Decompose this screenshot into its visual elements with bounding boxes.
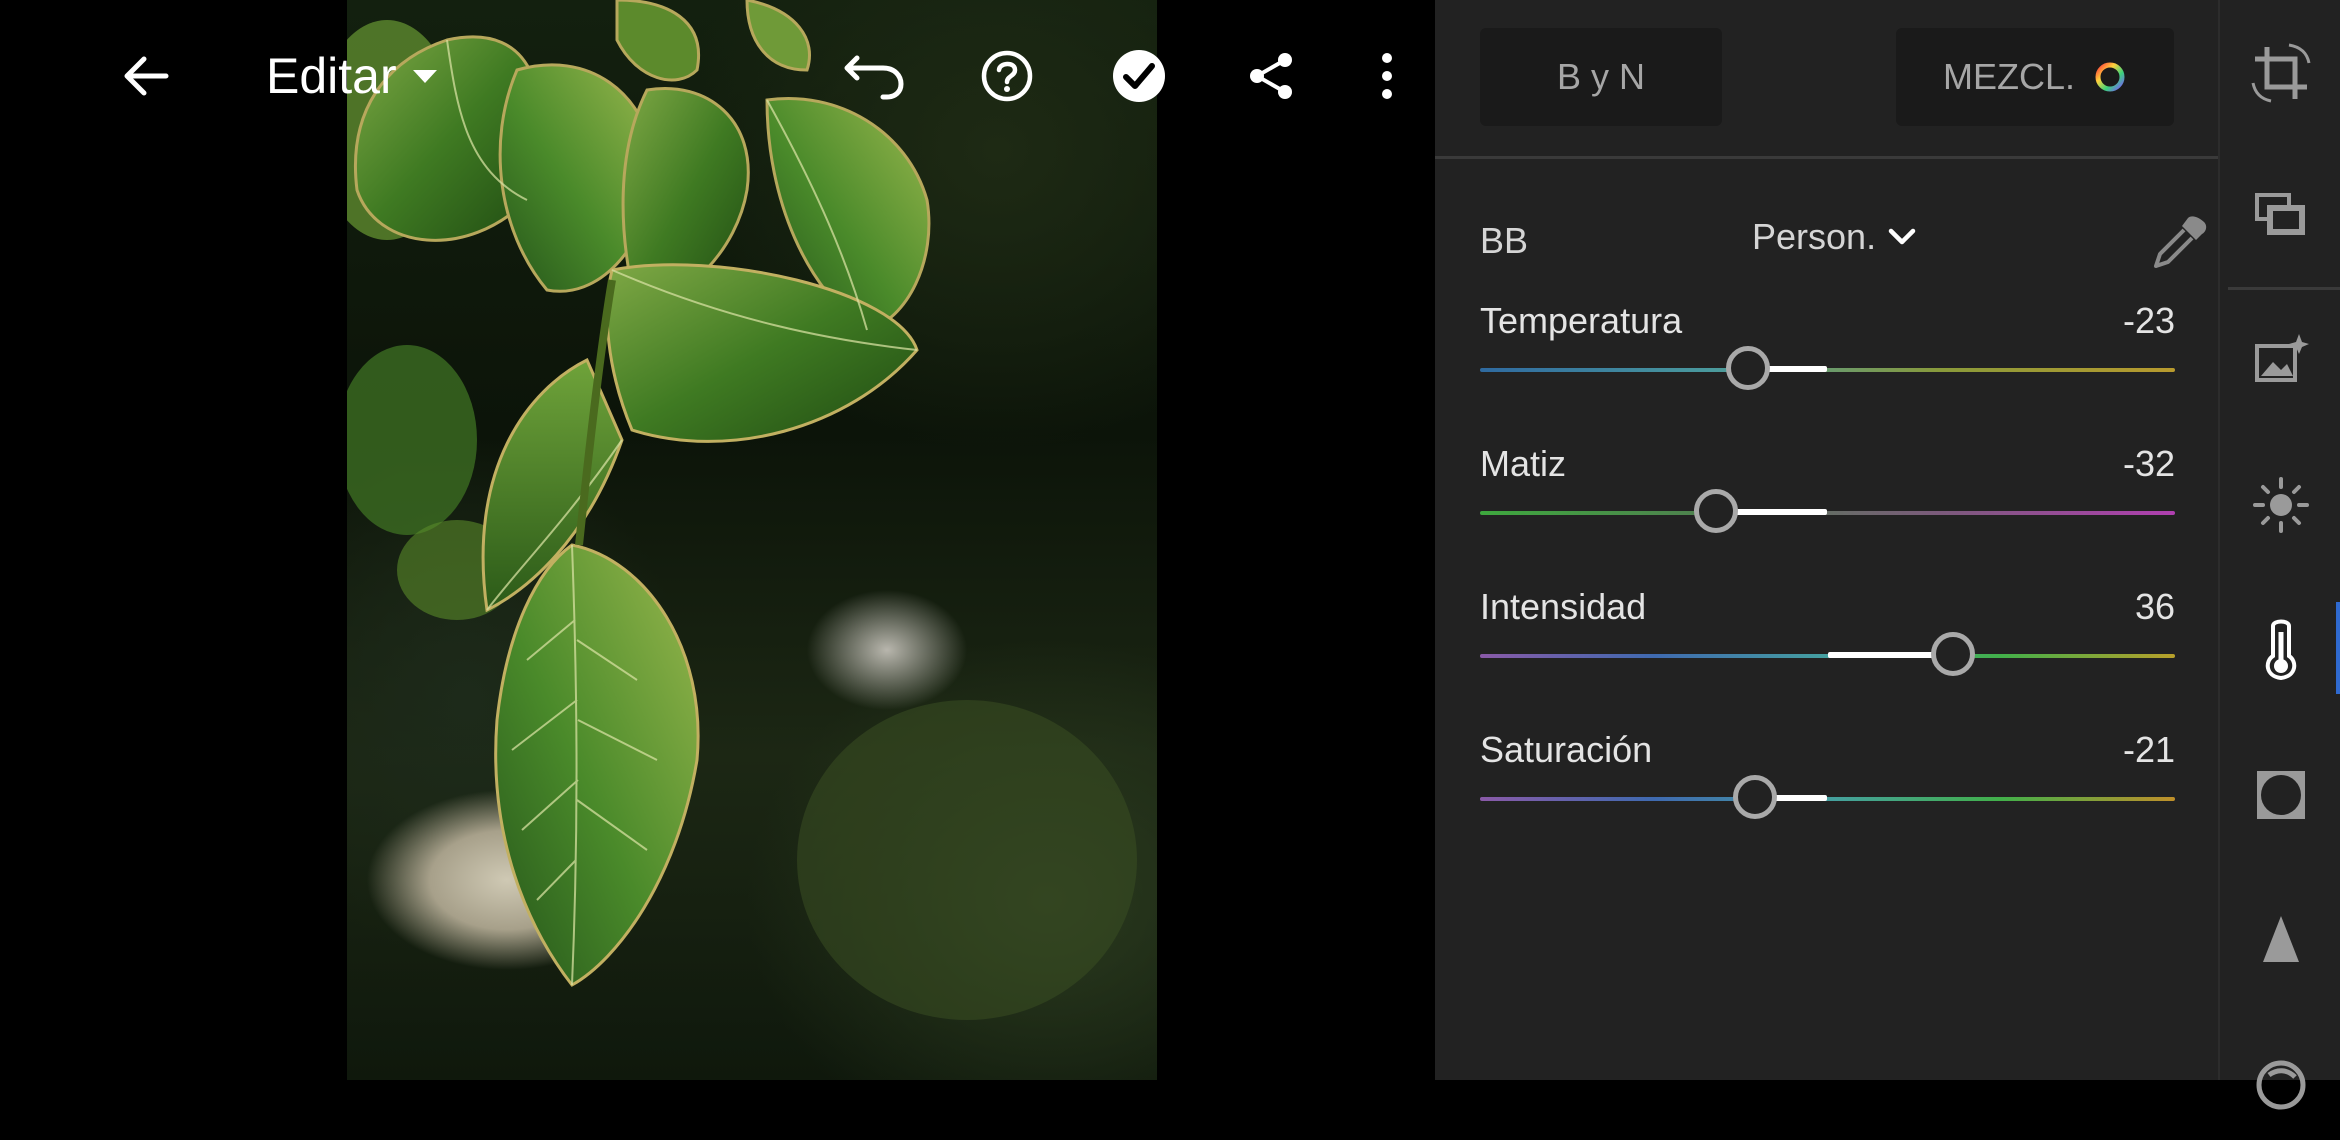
color-tool-button[interactable] xyxy=(2220,595,2340,705)
tint-track[interactable] xyxy=(1480,511,2175,515)
temperature-value: -23 xyxy=(2122,300,2175,341)
back-button[interactable] xyxy=(110,40,182,112)
color-preset-bar: B y N MEZCL. xyxy=(1435,0,2218,159)
light-tool-button[interactable] xyxy=(2220,450,2340,560)
black-white-label: B y N xyxy=(1556,56,1645,97)
eyedropper-icon xyxy=(2154,216,2207,268)
detail-icon xyxy=(2263,916,2299,962)
chevron-down-icon xyxy=(1888,228,1916,245)
color-wheel-icon xyxy=(2095,62,2125,92)
share-icon xyxy=(1250,53,1292,99)
rail-divider xyxy=(2228,287,2340,290)
vibrance-value: 36 xyxy=(2134,586,2175,627)
done-check-icon xyxy=(1113,50,1165,102)
vibrance-label: Intensidad xyxy=(1480,586,1647,627)
share-button[interactable] xyxy=(1235,40,1307,112)
white-balance-row: BB Person. xyxy=(1480,212,2220,272)
tint-slider: Matiz -32 xyxy=(1480,443,2175,563)
temperature-track[interactable] xyxy=(1480,368,2175,372)
crop-tool-button[interactable] xyxy=(2220,18,2340,128)
help-button[interactable] xyxy=(971,40,1043,112)
chevron-down-icon xyxy=(412,70,437,83)
detail-tool-button[interactable] xyxy=(2220,885,2340,995)
temperature-slider: Temperatura -23 xyxy=(1480,300,2175,420)
effects-tool-button[interactable] xyxy=(2220,740,2340,850)
undo-icon xyxy=(844,55,904,100)
white-balance-dropdown[interactable]: Person. xyxy=(1752,216,1916,258)
saturation-value: -21 xyxy=(2122,729,2175,770)
white-balance-selected: Person. xyxy=(1752,216,1877,257)
auto-enhance-button[interactable] xyxy=(2220,305,2340,415)
optics-icon xyxy=(2256,1060,2306,1110)
help-icon xyxy=(981,50,1033,102)
optics-tool-button[interactable] xyxy=(2220,1030,2340,1140)
black-white-button[interactable]: B y N xyxy=(1480,28,1722,126)
tint-value: -32 xyxy=(2122,443,2175,484)
tool-rail xyxy=(2218,0,2340,1110)
edited-photo[interactable] xyxy=(347,0,1157,1080)
undo-button[interactable] xyxy=(838,40,910,112)
rose-leaves-image xyxy=(347,0,1137,1020)
vignette-effects-icon xyxy=(2257,771,2305,819)
color-panel: B y N MEZCL. BB Person. Temperatura -23 … xyxy=(1435,0,2218,1080)
versions-tool-button[interactable] xyxy=(2220,160,2340,270)
back-arrow-icon xyxy=(124,56,169,96)
more-vertical-icon xyxy=(1382,53,1392,99)
versions-icon xyxy=(2255,193,2305,235)
white-balance-label: BB xyxy=(1480,220,1529,261)
done-button[interactable] xyxy=(1103,40,1175,112)
color-mix-button[interactable]: MEZCL. xyxy=(1896,28,2174,126)
saturation-label: Saturación xyxy=(1480,729,1653,770)
saturation-thumb[interactable] xyxy=(1732,775,1777,819)
tint-label: Matiz xyxy=(1480,443,1567,484)
eyedropper-button[interactable] xyxy=(2150,212,2210,272)
color-temperature-icon xyxy=(2265,619,2297,681)
vibrance-thumb[interactable] xyxy=(1930,632,1975,676)
saturation-slider: Saturación -21 xyxy=(1480,729,2175,849)
photo-canvas: Editar xyxy=(0,0,1435,1080)
edit-mode-label: Editar xyxy=(266,48,397,104)
saturation-track[interactable] xyxy=(1480,797,2175,801)
more-options-button[interactable] xyxy=(1351,40,1423,112)
color-mix-label: MEZCL. xyxy=(1942,56,2075,97)
vibrance-slider: Intensidad 36 xyxy=(1480,586,2175,706)
auto-enhance-icon xyxy=(2255,334,2309,382)
temperature-label: Temperatura xyxy=(1480,300,1683,341)
edit-mode-dropdown[interactable]: Editar xyxy=(266,44,439,108)
light-icon xyxy=(2253,477,2309,533)
crop-rotate-icon xyxy=(2251,43,2311,103)
tint-thumb[interactable] xyxy=(1694,489,1739,533)
temperature-thumb[interactable] xyxy=(1725,346,1770,390)
